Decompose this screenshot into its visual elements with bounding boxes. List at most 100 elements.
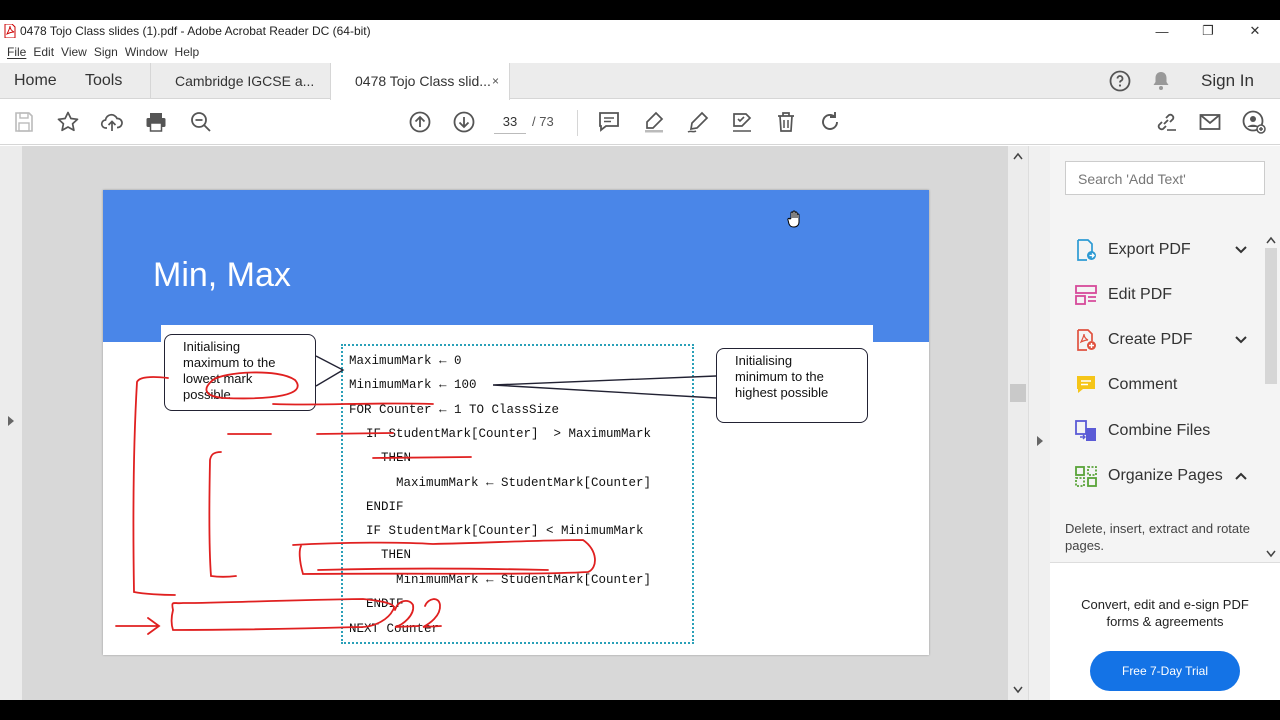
doc-tab-label: 0478 Tojo Class slid... — [355, 73, 491, 89]
code-line: IF StudentMark[Counter] < MinimumMark — [351, 524, 644, 538]
tool-edit-pdf[interactable]: Edit PDF — [1074, 280, 1254, 310]
hand-cursor-icon — [787, 210, 800, 228]
export-pdf-icon — [1077, 239, 1096, 261]
scroll-thumb[interactable] — [1010, 384, 1026, 402]
code-line: THEN — [351, 548, 412, 562]
combine-files-icon — [1075, 420, 1096, 441]
chevron-down-icon[interactable] — [1234, 335, 1248, 345]
organize-pages-description: Delete, insert, extract and rotate pages… — [1065, 521, 1250, 553]
delete-trash-icon[interactable] — [772, 108, 800, 136]
tool-label: Edit PDF — [1108, 286, 1173, 303]
promo-box: Convert, edit and e-sign PDF forms & agr… — [1050, 562, 1280, 700]
menu-view[interactable]: View — [60, 42, 93, 62]
callout-line: minimum to the — [735, 369, 824, 384]
comment-icon[interactable] — [595, 108, 623, 136]
left-panel-toggle[interactable] — [0, 146, 22, 700]
code-line: ENDIF — [351, 500, 404, 514]
code-line: MinimumMark ← StudentMark[Counter] — [351, 573, 652, 587]
code-line: NEXT Counter — [349, 622, 440, 636]
page-total: / 73 — [532, 114, 554, 129]
menu-help[interactable]: Help — [174, 42, 206, 62]
tools-side-panel: Search 'Add Text' Export PDF Edit PDF Cr… — [1050, 146, 1280, 700]
slide-title: Min, Max — [153, 256, 291, 294]
scroll-down-icon[interactable] — [1013, 686, 1023, 694]
next-page-icon[interactable] — [450, 108, 478, 136]
menu-window[interactable]: Window — [124, 42, 174, 62]
right-panel-toggle[interactable] — [1028, 146, 1050, 700]
help-icon[interactable] — [1108, 63, 1132, 99]
previous-page-icon[interactable] — [406, 108, 434, 136]
scroll-up-icon[interactable] — [1013, 152, 1023, 160]
pdf-page: Min, Max Initialising maximum to the low… — [103, 190, 929, 655]
toolbar-divider — [577, 110, 578, 136]
restore-button[interactable]: ❐ — [1185, 20, 1231, 42]
code-line: THEN — [351, 451, 412, 465]
tab-home[interactable]: Home — [14, 63, 57, 99]
collapse-right-icon — [1037, 436, 1043, 446]
save-icon[interactable] — [10, 108, 38, 136]
document-scrollbar[interactable] — [1008, 146, 1028, 700]
notifications-bell-icon[interactable] — [1150, 63, 1172, 99]
menu-bar: File Edit View Sign Window Help — [0, 42, 1280, 62]
minimize-icon: — — [1155, 23, 1169, 39]
add-user-icon[interactable] — [1240, 108, 1268, 136]
callout-right: Initialising minimum to the highest poss… — [716, 348, 868, 423]
scroll-up-icon[interactable] — [1266, 236, 1276, 244]
print-icon[interactable] — [142, 108, 170, 136]
zoom-out-icon[interactable] — [187, 108, 215, 136]
tool-label: Create PDF — [1108, 331, 1193, 348]
tool-label: Combine Files — [1108, 422, 1211, 439]
search-add-text-input[interactable]: Search 'Add Text' — [1065, 161, 1265, 195]
chevron-down-icon[interactable] — [1234, 245, 1248, 255]
tool-create-pdf[interactable]: Create PDF — [1074, 325, 1254, 355]
tool-organize-pages[interactable]: Organize Pages — [1074, 461, 1254, 491]
share-link-icon[interactable] — [1152, 108, 1180, 136]
title-bar: 0478 Tojo Class slides (1).pdf - Adobe A… — [0, 20, 1280, 42]
bookmark-star-icon[interactable] — [54, 108, 82, 136]
promo-text: Convert, edit and e-sign PDF forms & agr… — [1081, 597, 1249, 629]
highlight-icon[interactable] — [640, 108, 668, 136]
tool-combine-files[interactable]: Combine Files — [1074, 416, 1254, 446]
chevron-up-icon[interactable] — [1234, 471, 1248, 481]
doc-tab-cambridge[interactable]: Cambridge IGCSE a... — [150, 63, 329, 99]
page-number-input[interactable]: 33 — [494, 110, 526, 134]
code-line: IF StudentMark[Counter] > MaximumMark — [351, 427, 652, 441]
scroll-down-icon[interactable] — [1266, 550, 1276, 558]
create-pdf-icon — [1077, 329, 1096, 351]
pdf-app-icon — [4, 24, 16, 38]
rotate-icon[interactable] — [816, 108, 844, 136]
tool-label: Export PDF — [1108, 241, 1191, 258]
side-panel-scrollbar[interactable] — [1262, 236, 1280, 561]
code-line: MinimumMark ← 100 — [349, 378, 477, 392]
callout-line: Initialising — [183, 339, 241, 354]
expand-left-icon — [8, 416, 14, 426]
code-line: FOR Counter ← 1 TO ClassSize — [349, 403, 560, 417]
doc-tab-tojo[interactable]: 0478 Tojo Class slid... × — [330, 63, 510, 100]
callout-line: Initialising — [735, 353, 793, 368]
tool-comment[interactable]: Comment — [1074, 370, 1254, 400]
code-line: ENDIF — [351, 597, 404, 611]
acrobat-window: 0478 Tojo Class slides (1).pdf - Adobe A… — [0, 20, 1280, 700]
callout-line: highest possible — [735, 385, 829, 400]
sign-icon[interactable] — [728, 108, 756, 136]
menu-edit[interactable]: Edit — [32, 42, 60, 62]
side-scroll-thumb[interactable] — [1265, 248, 1277, 384]
email-icon[interactable] — [1196, 108, 1224, 136]
draw-pen-icon[interactable] — [684, 108, 712, 136]
upload-cloud-icon[interactable] — [98, 108, 126, 136]
close-window-button[interactable]: ✕ — [1232, 20, 1278, 42]
document-viewer[interactable]: Min, Max Initialising maximum to the low… — [0, 146, 1050, 700]
restore-icon: ❐ — [1202, 23, 1214, 38]
free-trial-button[interactable]: Free 7-Day Trial — [1090, 651, 1240, 691]
sign-in-button[interactable]: Sign In — [1201, 63, 1254, 99]
tab-tools[interactable]: Tools — [85, 63, 122, 99]
menu-file[interactable]: File — [6, 42, 32, 62]
close-tab-icon[interactable]: × — [492, 63, 499, 99]
tool-label: Comment — [1108, 376, 1178, 393]
edit-pdf-icon — [1075, 285, 1097, 305]
comment-icon — [1077, 376, 1095, 393]
tool-export-pdf[interactable]: Export PDF — [1074, 235, 1254, 265]
callout-left: Initialising maximum to the lowest mark … — [164, 334, 316, 411]
minimize-button[interactable]: — — [1139, 20, 1185, 42]
menu-sign[interactable]: Sign — [93, 42, 124, 62]
